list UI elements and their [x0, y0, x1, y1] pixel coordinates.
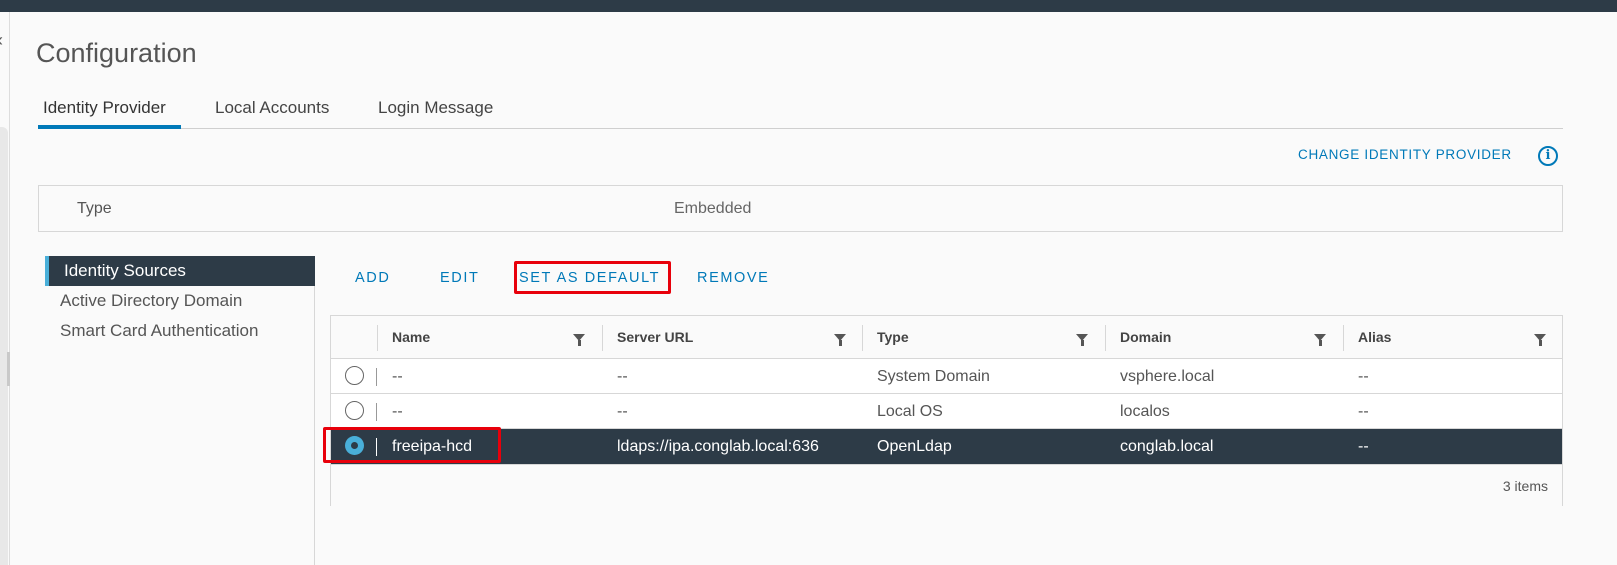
cell-name: -- — [392, 403, 403, 420]
table-row-selected[interactable]: freeipa-hcd ldaps://ipa.conglab.local:63… — [331, 429, 1562, 464]
filter-icon[interactable] — [834, 334, 846, 346]
tab-bar: Identity Provider Local Accounts Login M… — [38, 92, 1563, 129]
cell-domain: localos — [1120, 403, 1170, 420]
annotation-highlight-set-default — [514, 261, 671, 294]
tab-identity-provider[interactable]: Identity Provider — [38, 98, 181, 129]
cell-server-url: -- — [617, 403, 628, 420]
change-identity-provider-link[interactable]: CHANGE IDENTITY PROVIDER — [1298, 147, 1512, 162]
identity-sidenav: Identity Sources Active Directory Domain… — [45, 256, 315, 565]
annotation-highlight-selected-row — [323, 427, 501, 463]
sidenav-item-identity-sources[interactable]: Identity Sources — [45, 256, 315, 286]
identity-sources-grid: Name Server URL Type Domain Alias -- -- … — [330, 315, 1563, 506]
cell-type: System Domain — [877, 368, 990, 385]
row-radio[interactable] — [345, 366, 364, 385]
tab-local-accounts[interactable]: Local Accounts — [215, 98, 329, 129]
cell-domain: conglab.local — [1120, 438, 1214, 455]
cell-server-url: ldaps://ipa.conglab.local:636 — [617, 438, 819, 455]
add-button[interactable]: ADD — [355, 270, 390, 286]
cell-type: Local OS — [877, 403, 943, 420]
grid-header: Name Server URL Type Domain Alias — [331, 316, 1562, 359]
cell-alias: -- — [1358, 403, 1369, 420]
column-header-type[interactable]: Type — [862, 316, 1105, 359]
resize-handle[interactable] — [7, 352, 10, 386]
table-row[interactable]: -- -- System Domain vsphere.local -- — [331, 359, 1562, 394]
column-header-domain[interactable]: Domain — [1105, 316, 1343, 359]
row-separator — [376, 368, 377, 386]
top-header-bar — [0, 0, 1617, 12]
filter-icon[interactable] — [1314, 334, 1326, 346]
collapsed-nav-strip: ‹ — [0, 12, 10, 565]
edit-button[interactable]: EDIT — [440, 270, 479, 286]
sidenav-item-active-directory-domain[interactable]: Active Directory Domain — [45, 286, 315, 316]
chevron-left-icon[interactable]: ‹ — [0, 30, 3, 51]
grid-footer: 3 items — [331, 464, 1562, 506]
column-header-name[interactable]: Name — [377, 316, 602, 359]
row-radio[interactable] — [345, 401, 364, 420]
cell-server-url: -- — [617, 368, 628, 385]
cell-domain: vsphere.local — [1120, 368, 1215, 385]
table-row[interactable]: -- -- Local OS localos -- — [331, 394, 1562, 429]
sidenav-item-smart-card-authentication[interactable]: Smart Card Authentication — [45, 316, 315, 346]
cell-name: -- — [392, 368, 403, 385]
cell-alias: -- — [1358, 368, 1369, 385]
provider-type-label: Type — [77, 200, 112, 217]
cell-type: OpenLdap — [877, 438, 952, 455]
item-count: 3 items — [1502, 478, 1548, 494]
filter-icon[interactable] — [573, 334, 585, 346]
filter-icon[interactable] — [1076, 334, 1088, 346]
column-header-alias[interactable]: Alias — [1343, 316, 1562, 359]
tab-login-message[interactable]: Login Message — [378, 98, 493, 129]
cell-alias: -- — [1358, 438, 1369, 455]
remove-button[interactable]: REMOVE — [697, 270, 769, 286]
nav-panel-edge — [0, 127, 8, 565]
filter-icon[interactable] — [1534, 334, 1546, 346]
row-separator — [376, 403, 377, 421]
column-header-server-url[interactable]: Server URL — [602, 316, 862, 359]
provider-type-panel: Type Embedded — [38, 185, 1563, 232]
page-title: Configuration — [36, 38, 197, 68]
provider-type-value: Embedded — [674, 200, 752, 217]
info-icon[interactable]: i — [1538, 146, 1558, 166]
